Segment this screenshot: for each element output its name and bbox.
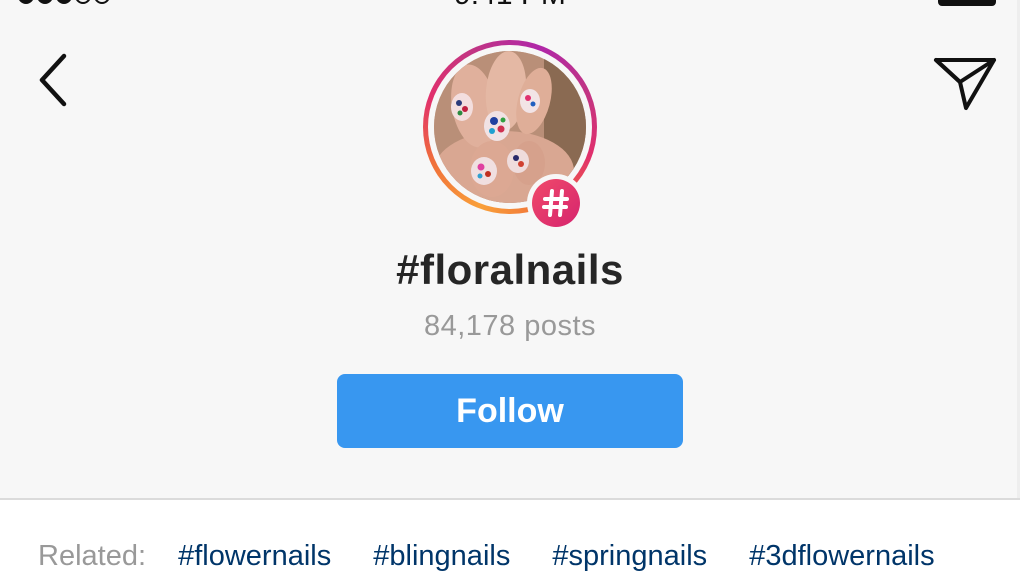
chevron-left-icon[interactable] — [30, 50, 76, 110]
hashtag-icon — [542, 189, 569, 217]
hashtag-page: 9:41 PM — [0, 0, 1020, 574]
related-tag-springnails[interactable]: #springnails — [552, 540, 707, 572]
hashtag-badge — [527, 174, 585, 232]
related-label: Related: — [38, 540, 147, 572]
related-tag-blingnails[interactable]: #blingnails — [373, 540, 510, 572]
related-hashtags-bar: Related: #flowernails #blingnails #sprin… — [0, 498, 1020, 574]
post-count: 84,178 posts — [423, 310, 597, 342]
related-tag-3dflowernails[interactable]: #3dflowernails — [749, 540, 934, 572]
battery-icon — [938, 0, 996, 6]
paper-plane-icon[interactable] — [930, 52, 1000, 112]
status-bar: 9:41 PM — [0, 0, 1020, 10]
page-title: #floralnails — [396, 246, 624, 293]
follow-button[interactable]: Follow — [337, 374, 683, 448]
related-tag-flowernails[interactable]: #flowernails — [178, 540, 331, 572]
status-time: 9:41 PM — [0, 0, 1020, 10]
